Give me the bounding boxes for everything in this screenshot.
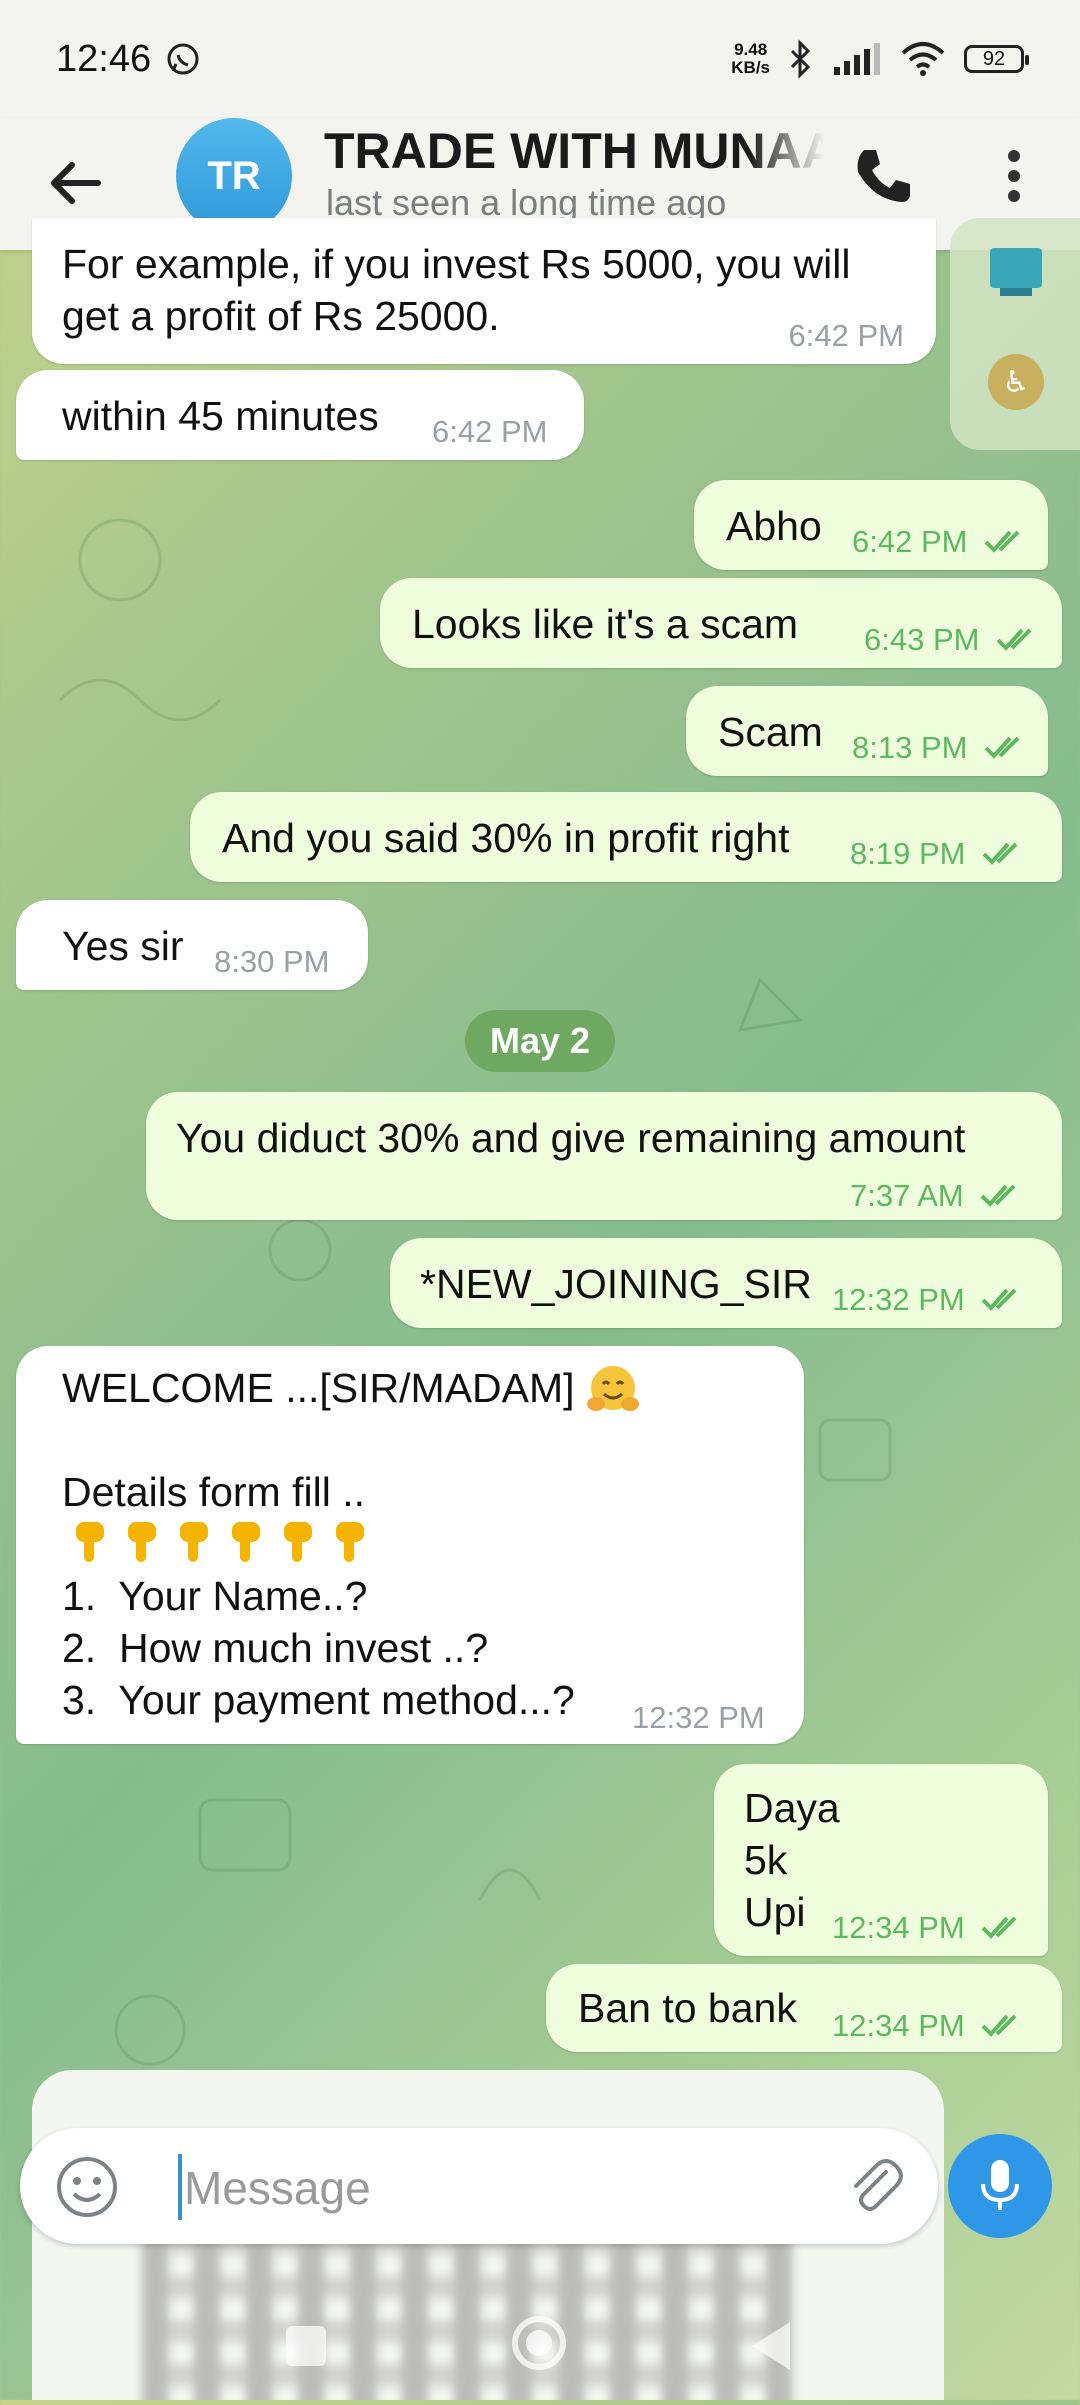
status-bar: 12:46 9.48 KB/s 92: [0, 0, 1080, 118]
wifi-icon: [901, 42, 945, 76]
pointing-down-emoji-row: [70, 1518, 370, 1566]
message-time: 6:42 PM: [432, 414, 548, 449]
message-composer: [20, 2128, 938, 2244]
network-speed-unit: KB/s: [731, 58, 770, 77]
back-arrow-icon[interactable]: [40, 148, 110, 218]
message-incoming[interactable]: For example, if you invest Rs 5000, you …: [32, 218, 936, 364]
message-time-status: 7:37 AM: [850, 1170, 1024, 1222]
message-time-status: 6:43 PM: [864, 614, 1040, 666]
phone-icon[interactable]: [850, 144, 914, 208]
message-text: within 45 minutes: [62, 393, 379, 439]
message-text-line: 2. How much invest ..?: [62, 1625, 489, 1671]
message-time: 6:42 PM: [852, 524, 968, 559]
double-check-icon: [984, 530, 1020, 553]
double-check-icon: [981, 2014, 1017, 2037]
message-time: 8:13 PM: [852, 730, 968, 765]
avatar[interactable]: TR: [176, 118, 292, 234]
network-speed-value: 9.48: [734, 40, 768, 59]
message-incoming[interactable]: WELCOME ...[SIR/MADAM] Details form fill…: [16, 1346, 804, 1744]
signal-icon: [834, 43, 880, 75]
message-input[interactable]: [182, 2152, 686, 2224]
double-check-icon: [980, 1184, 1016, 1207]
message-outgoing[interactable]: *NEW_JOINING_SIR 12:32 PM: [390, 1238, 1062, 1328]
message-text: You diduct 30% and give remaining amount: [176, 1115, 966, 1161]
mic-button[interactable]: [948, 2134, 1052, 2238]
double-check-icon: [981, 1288, 1017, 1311]
message-time-status: 8:13 PM: [852, 722, 1028, 774]
bluetooth-icon: [790, 39, 811, 79]
message-text: Looks like it's a scam: [412, 601, 799, 647]
message-time: 6:43 PM: [864, 622, 980, 657]
date-divider: May 2: [465, 1010, 615, 1072]
double-check-icon: [981, 1916, 1017, 1939]
message-time: 8:30 PM: [214, 944, 330, 979]
message-text-line: For example, if you invest Rs 5000, you …: [62, 241, 851, 287]
battery-indicator: 92: [964, 45, 1029, 73]
message-text-line: 5k: [744, 1837, 788, 1883]
message-outgoing[interactable]: You diduct 30% and give remaining amount…: [146, 1092, 1062, 1220]
network-speed: 9.48 KB/s: [731, 41, 770, 77]
app-icon[interactable]: [986, 244, 1046, 300]
message-time: 12:32 PM: [632, 1700, 765, 1735]
message-outgoing[interactable]: Looks like it's a scam 6:43 PM: [380, 578, 1062, 668]
attach-icon[interactable]: [842, 2154, 908, 2220]
message-text: Abho: [726, 503, 822, 549]
system-nav-bar: [0, 2290, 1080, 2400]
message-incoming[interactable]: within 45 minutes 6:42 PM: [16, 370, 584, 460]
mic-icon: [981, 2160, 1019, 2210]
home-button[interactable]: [512, 2316, 566, 2370]
message-text-line: get a profit of Rs 25000.: [62, 293, 500, 339]
accessibility-icon[interactable]: ♿: [988, 354, 1044, 410]
chat-title[interactable]: TRADE WITH MUNAAR: [324, 122, 824, 180]
message-text-line: Daya: [744, 1785, 840, 1831]
message-time-status: 12:32 PM: [832, 1274, 1025, 1326]
message-time: 12:32 PM: [832, 1282, 965, 1317]
message-time: 8:19 PM: [850, 836, 966, 871]
pointing-down-emoji: [232, 1522, 260, 1562]
message-incoming[interactable]: Yes sir 8:30 PM: [16, 900, 368, 990]
message-time: 6:42 PM: [788, 318, 904, 353]
message-text: Yes sir: [62, 923, 184, 969]
message-outgoing[interactable]: And you said 30% in profit right 8:19 PM: [190, 792, 1062, 882]
status-time: 12:46: [56, 37, 152, 80]
message-time-status: 12:34 PM: [832, 1902, 1025, 1954]
pointing-down-emoji: [336, 1522, 364, 1562]
recents-button[interactable]: [286, 2326, 326, 2366]
message-time-status: 12:34 PM: [832, 2000, 1025, 2052]
pointing-down-emoji: [76, 1522, 104, 1562]
back-button[interactable]: [752, 2322, 790, 2370]
floating-side-panel: ♿: [950, 218, 1080, 450]
message-text: *NEW_JOINING_SIR: [420, 1261, 812, 1307]
pointing-down-emoji: [128, 1522, 156, 1562]
battery-level: 92: [982, 47, 1006, 70]
hugging-face-emoji: [587, 1366, 639, 1411]
message-text: Scam: [718, 709, 823, 755]
message-text-line: WELCOME ...[SIR/MADAM]: [62, 1365, 575, 1411]
message-text: And you said 30% in profit right: [222, 815, 790, 861]
pointing-down-emoji: [284, 1522, 312, 1562]
message-time: 12:34 PM: [832, 1910, 965, 1945]
message-text: Ban to bank: [578, 1985, 797, 2031]
double-check-icon: [982, 842, 1018, 865]
message-time-status: 6:42 PM: [852, 516, 1028, 568]
double-check-icon: [984, 736, 1020, 759]
whatsapp-notification-icon: [167, 43, 199, 75]
message-text-line: 1. Your Name..?: [62, 1573, 368, 1619]
message-time: 7:37 AM: [850, 1178, 964, 1213]
message-text-line: 3. Your payment method...?: [62, 1677, 575, 1723]
more-vert-icon[interactable]: [990, 144, 1038, 208]
message-outgoing[interactable]: Ban to bank 12:34 PM: [546, 1964, 1062, 2052]
avatar-initials: TR: [207, 153, 261, 198]
message-outgoing[interactable]: Scam 8:13 PM: [686, 686, 1048, 776]
double-check-icon: [996, 628, 1032, 651]
pointing-down-emoji: [180, 1522, 208, 1562]
message-text-line: Details form fill ..: [62, 1469, 365, 1515]
message-outgoing[interactable]: Abho 6:42 PM: [694, 480, 1048, 570]
message-time-status: 8:19 PM: [850, 828, 1026, 880]
message-text-line: Upi: [744, 1889, 806, 1935]
message-outgoing[interactable]: Daya 5k Upi 12:34 PM: [714, 1764, 1048, 1956]
emoji-icon[interactable]: [54, 2154, 120, 2220]
message-time: 12:34 PM: [832, 2008, 965, 2043]
